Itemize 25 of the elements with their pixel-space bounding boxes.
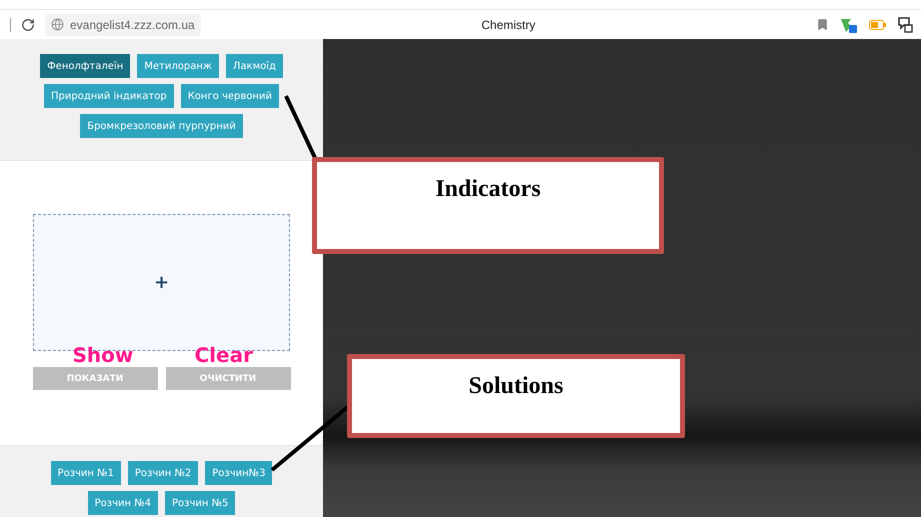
indicator-button[interactable]: Конго червоний [180,84,279,108]
battery-icon [869,20,887,30]
solution-button[interactable]: Розчин №1 [50,461,121,485]
address-bar[interactable]: evangelist4.zzz.com.ua [45,14,201,36]
solution-button[interactable]: Розчин №2 [128,461,198,485]
indicator-button[interactable]: Лакмоїд [226,54,283,78]
solution-button[interactable]: Розчин №5 [165,491,236,515]
solution-button[interactable]: Розчин №4 [88,491,158,515]
globe-icon [51,18,64,31]
indicator-button[interactable]: Бромкрезоловий пурпурний [80,114,243,138]
callout-text: Solutions [468,373,564,401]
reload-icon[interactable] [21,18,35,32]
solution-button[interactable]: Розчин№3 [205,461,272,485]
callout-text: Indicators [435,176,541,204]
action-button[interactable]: ПОКАЗАТИ [32,367,158,390]
action-button[interactable]: ОЧИСТИТИ [166,367,290,390]
divider-mark [10,18,11,32]
url-text: evangelist4.zzz.com.ua [70,18,195,32]
page-title: Chemistry [480,18,536,32]
bookmark-icon[interactable] [816,18,829,31]
indicator-button[interactable]: Метилоранж [137,54,219,78]
chat-icon[interactable] [897,16,913,34]
indicator-button[interactable]: Природний індикатор [44,84,174,108]
indicator-button[interactable]: Фенолфталеїн [40,54,130,78]
plus-sign: + [154,272,170,293]
